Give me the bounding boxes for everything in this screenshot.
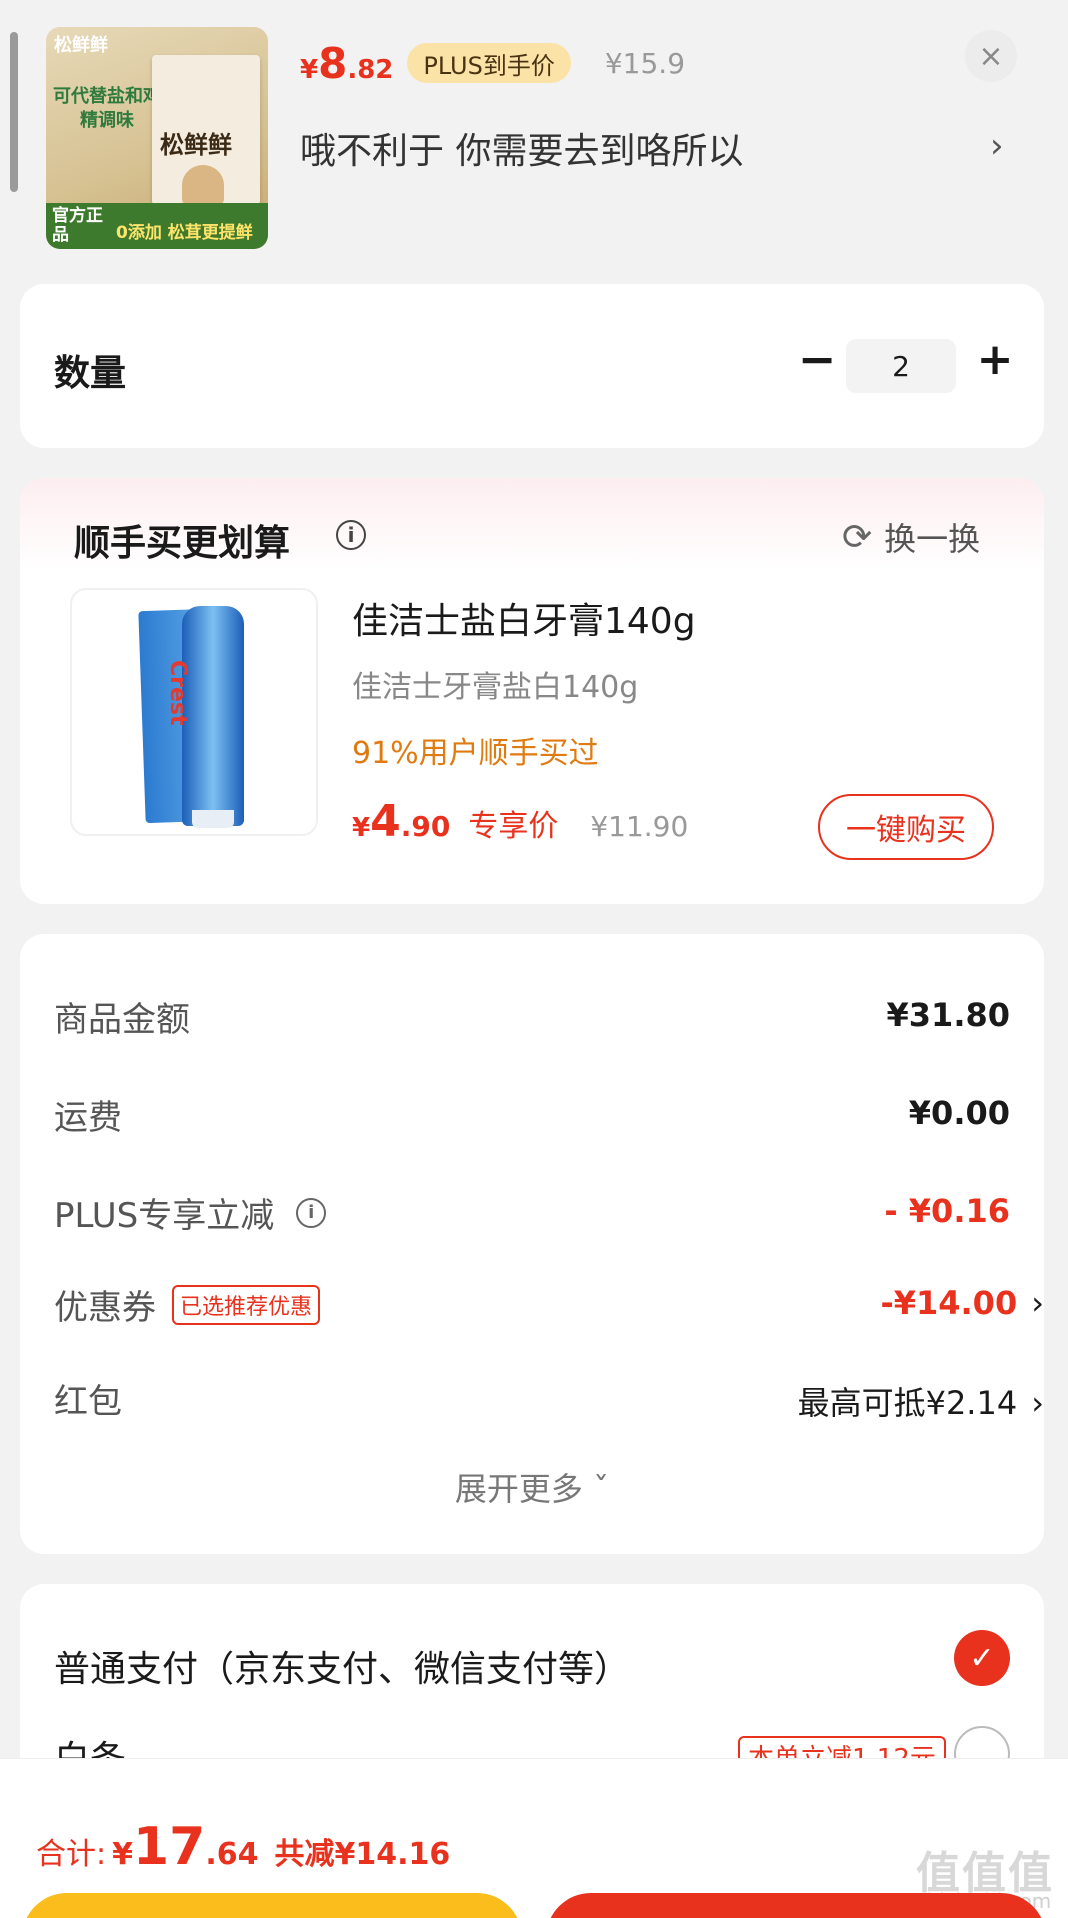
submit-order-button[interactable] [546, 1893, 1046, 1918]
addon-product-image[interactable]: Crest [70, 588, 318, 836]
original-price: ¥15.9 [604, 46, 686, 80]
chevron-right-icon[interactable]: › [990, 126, 1004, 166]
summary-row-goods: 商品金额 ¥31.80 [54, 992, 1010, 1042]
payment-option-normal[interactable]: 普通支付（京东支付、微信支付等） [54, 1640, 630, 1692]
addon-title: 顺手买更划算 [74, 523, 291, 564]
close-icon[interactable]: × [965, 30, 1017, 82]
crest-logo: Crest [165, 660, 190, 726]
product-header: 松鲜鲜 可代替盐和鸡精调味 松鲜鲜 官方正品 0添加 松茸更提鲜 ¥8.82 P… [0, 0, 1068, 270]
one-click-buy-button[interactable]: 一键购买 [818, 794, 994, 860]
product-spec[interactable]: 哦不利于 你需要去到咯所以 [300, 122, 743, 174]
price-integer: 8 [318, 38, 348, 88]
checkmark-icon[interactable]: ✓ [954, 1630, 1010, 1686]
addon-bought-percentage: 91%用户顺手买过 [352, 736, 599, 771]
quantity-decrement-button[interactable]: − [794, 332, 840, 386]
price-currency: ¥ [300, 54, 319, 85]
addon-price-integer: 4 [370, 796, 401, 847]
chevron-right-icon[interactable]: › [1031, 1284, 1044, 1322]
summary-label: 优惠券 [54, 1288, 156, 1328]
summary-row-coupon[interactable]: 优惠券 已选推荐优惠 -¥14.00 › [54, 1280, 1044, 1330]
swap-button[interactable]: ⟳ 换一换 [842, 514, 980, 560]
addon-product-name[interactable]: 佳洁士盐白牙膏140g [352, 592, 696, 644]
quantity-card: 数量 − + [20, 284, 1044, 448]
total-saved: 共减¥14.16 [274, 1837, 451, 1872]
toothpaste-tube-illustration [182, 606, 244, 826]
plus-price-badge: PLUS到手价 [407, 43, 571, 83]
addon-original-price: ¥11.90 [590, 810, 689, 843]
mushroom-illustration [182, 165, 224, 205]
summary-row-plus-discount: PLUS专享立减 i - ¥0.16 [54, 1188, 1010, 1238]
addon-price-tag: 专享价 [468, 809, 559, 844]
expand-more-button[interactable]: 展开更多 ˇ [20, 1464, 1044, 1510]
info-icon[interactable]: i [336, 520, 366, 550]
order-summary-card: 商品金额 ¥31.80 运费 ¥0.00 PLUS专享立减 i - ¥0.16 … [20, 934, 1044, 1554]
summary-label: PLUS专享立减 [54, 1196, 275, 1236]
quantity-label: 数量 [54, 353, 127, 394]
summary-row-redpacket[interactable]: 红包 最高可抵¥2.14 › [54, 1374, 1044, 1424]
total-label: 合计: [36, 1837, 107, 1872]
summary-label-wrap: 优惠券 已选推荐优惠 [54, 1280, 321, 1329]
addon-price-decimal: .90 [400, 810, 451, 843]
summary-value-wrap: 最高可抵¥2.14 › [798, 1378, 1044, 1424]
addon-price-row: ¥4.90 专享价 ¥11.90 [352, 796, 688, 847]
thumb-badge-official: 官方正品 [52, 206, 103, 245]
addon-product-spec: 佳洁士牙膏盐白140g [352, 670, 639, 705]
toothpaste-cap-illustration [192, 810, 234, 828]
refresh-icon: ⟳ [842, 516, 873, 558]
summary-value: - ¥0.16 [884, 1192, 1010, 1230]
thumb-brand: 松鲜鲜 [54, 35, 108, 56]
chevron-right-icon[interactable]: › [1031, 1384, 1044, 1422]
coupon-recommend-badge: 已选推荐优惠 [172, 1284, 321, 1325]
summary-row-shipping: 运费 ¥0.00 [54, 1090, 1010, 1140]
addon-recommendation-card: 顺手买更划算 i ⟳ 换一换 Crest 佳洁士盐白牙膏140g 佳洁士牙膏盐白… [20, 478, 1044, 904]
quantity-input[interactable] [846, 339, 956, 393]
total-decimal: .64 [205, 1837, 259, 1872]
quantity-increment-button[interactable]: + [970, 334, 1020, 385]
addon-price-currency: ¥ [352, 813, 371, 843]
summary-value: ¥0.00 [908, 1094, 1010, 1132]
price-decimal: .82 [347, 54, 394, 85]
total-currency: ¥ [112, 1837, 133, 1872]
summary-value: 最高可抵¥2.14 [797, 1384, 1018, 1422]
product-price: ¥8.82 [300, 39, 393, 88]
thumb-badge-slogan: 0添加 松茸更提鲜 [116, 223, 253, 243]
thumb-package: 松鲜鲜 [152, 55, 260, 205]
summary-value: -¥14.00 [880, 1284, 1018, 1322]
summary-label-wrap: PLUS专享立减 i [54, 1188, 327, 1237]
swap-label: 换一换 [884, 520, 981, 558]
total-integer: 17 [132, 1817, 206, 1877]
thumb-claim: 可代替盐和鸡精调味 [53, 86, 161, 131]
summary-label: 红包 [54, 1382, 122, 1422]
checkout-bar: 合计: ¥17.64 共减¥14.16 值值值 zhizhizhi.com [0, 1758, 1068, 1918]
order-total: 合计: ¥17.64 共减¥14.16 [36, 1817, 450, 1877]
summary-value-wrap: -¥14.00 › [880, 1284, 1044, 1322]
summary-label: 运费 [54, 1098, 122, 1138]
product-price-row: ¥8.82 PLUS到手价 ¥15.9 [300, 38, 685, 88]
thumb-package-name: 松鲜鲜 [160, 131, 232, 159]
secondary-pay-button[interactable] [22, 1893, 522, 1918]
summary-value: ¥31.80 [886, 996, 1010, 1034]
info-icon[interactable]: i [296, 1197, 327, 1228]
summary-label: 商品金额 [54, 1000, 190, 1040]
product-thumbnail[interactable]: 松鲜鲜 可代替盐和鸡精调味 松鲜鲜 官方正品 0添加 松茸更提鲜 [46, 27, 268, 249]
